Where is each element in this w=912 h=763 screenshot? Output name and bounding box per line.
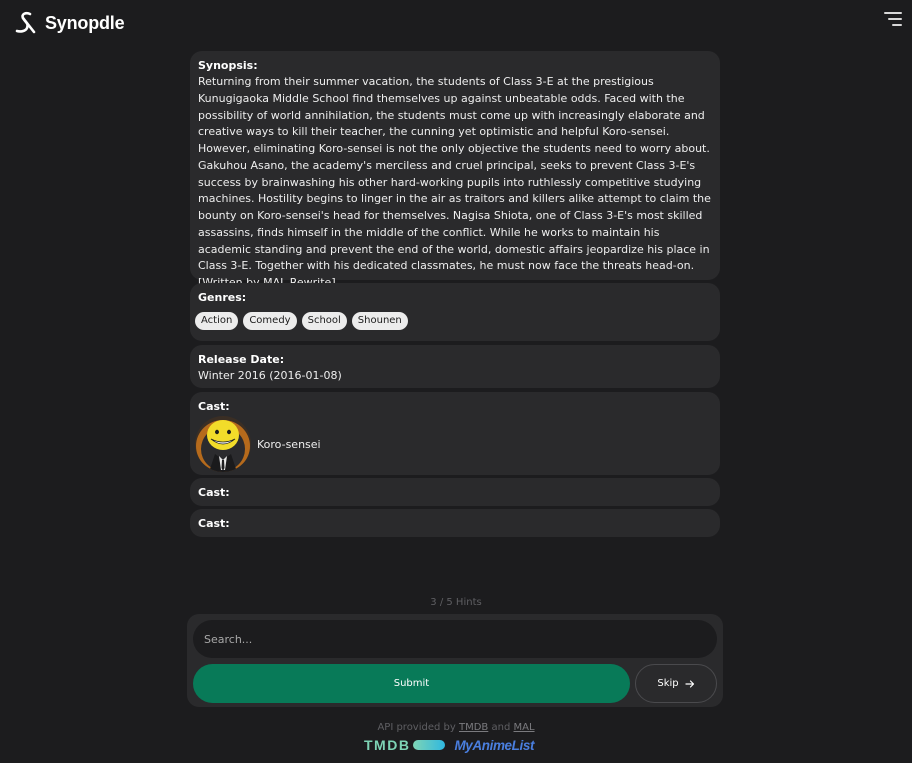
skip-label: Skip: [657, 678, 679, 689]
genres-label: Genres:: [198, 291, 247, 304]
provider-logos: TMDB MyAnimeList: [364, 735, 554, 755]
genre-chip: Shounen: [351, 312, 408, 330]
genre-chip: Action: [195, 312, 239, 330]
cast-label: Cast:: [198, 400, 230, 413]
app-logo[interactable]: Synopdle: [14, 11, 125, 35]
api-credit: API provided by TMDB and MAL: [0, 722, 912, 733]
tmdb-logo-text: TMDB: [364, 737, 411, 753]
koro-sensei-avatar-image: [195, 416, 251, 472]
tmdb-link[interactable]: TMDB: [459, 722, 488, 733]
mal-link[interactable]: MAL: [514, 722, 535, 733]
submit-button[interactable]: Submit: [193, 664, 630, 703]
guess-panel: Submit Skip: [187, 614, 723, 707]
genre-chip: School: [301, 312, 347, 330]
search-input[interactable]: [193, 620, 717, 658]
logo-icon: [15, 11, 36, 34]
tmdb-logo-pill: [413, 740, 446, 750]
api-credit-and: and: [491, 722, 511, 733]
cast-card-hidden: Cast:: [190, 478, 720, 506]
top-bar: Synopdle: [0, 0, 912, 48]
skip-button[interactable]: Skip: [635, 664, 717, 703]
cast-card-hidden: Cast:: [190, 509, 720, 537]
menu-button[interactable]: [884, 12, 902, 28]
cast-label: Cast:: [198, 486, 230, 499]
cast-name: Koro-sensei: [257, 437, 321, 451]
app-title: Synopdle: [45, 12, 125, 33]
release-date-card: Release Date: Winter 2016 (2016-01-08): [190, 345, 720, 388]
menu-icon-line: [892, 24, 902, 26]
genre-chip: Comedy: [243, 312, 297, 330]
synopsis-body: Returning from their summer vacation, th…: [198, 75, 711, 273]
genre-list: Action Comedy School Shounen: [195, 312, 712, 330]
cast-label: Cast:: [198, 517, 230, 530]
synopsis-label: Synopsis:: [198, 59, 258, 72]
hints-counter: 3 / 5 Hints: [430, 597, 482, 608]
cast-card: Cast: Koro-sensei: [190, 392, 720, 475]
mal-logo[interactable]: MyAnimeList: [454, 738, 534, 753]
arrow-right-icon: [685, 679, 694, 688]
genres-card: Genres: Action Comedy School Shounen: [190, 283, 720, 341]
menu-icon-line: [884, 12, 902, 14]
release-date-label: Release Date:: [198, 353, 285, 366]
menu-icon-line: [888, 18, 902, 20]
character-avatar: [195, 416, 251, 472]
cast-member: Koro-sensei: [195, 416, 712, 472]
synopsis-text: Returning from their summer vacation, th…: [198, 74, 712, 292]
release-date-value: Winter 2016 (2016-01-08): [198, 369, 342, 382]
synopsis-card: Synopsis: Returning from their summer va…: [190, 51, 720, 289]
tmdb-logo[interactable]: TMDB: [364, 737, 446, 753]
api-credit-prefix: API provided by: [377, 722, 456, 733]
